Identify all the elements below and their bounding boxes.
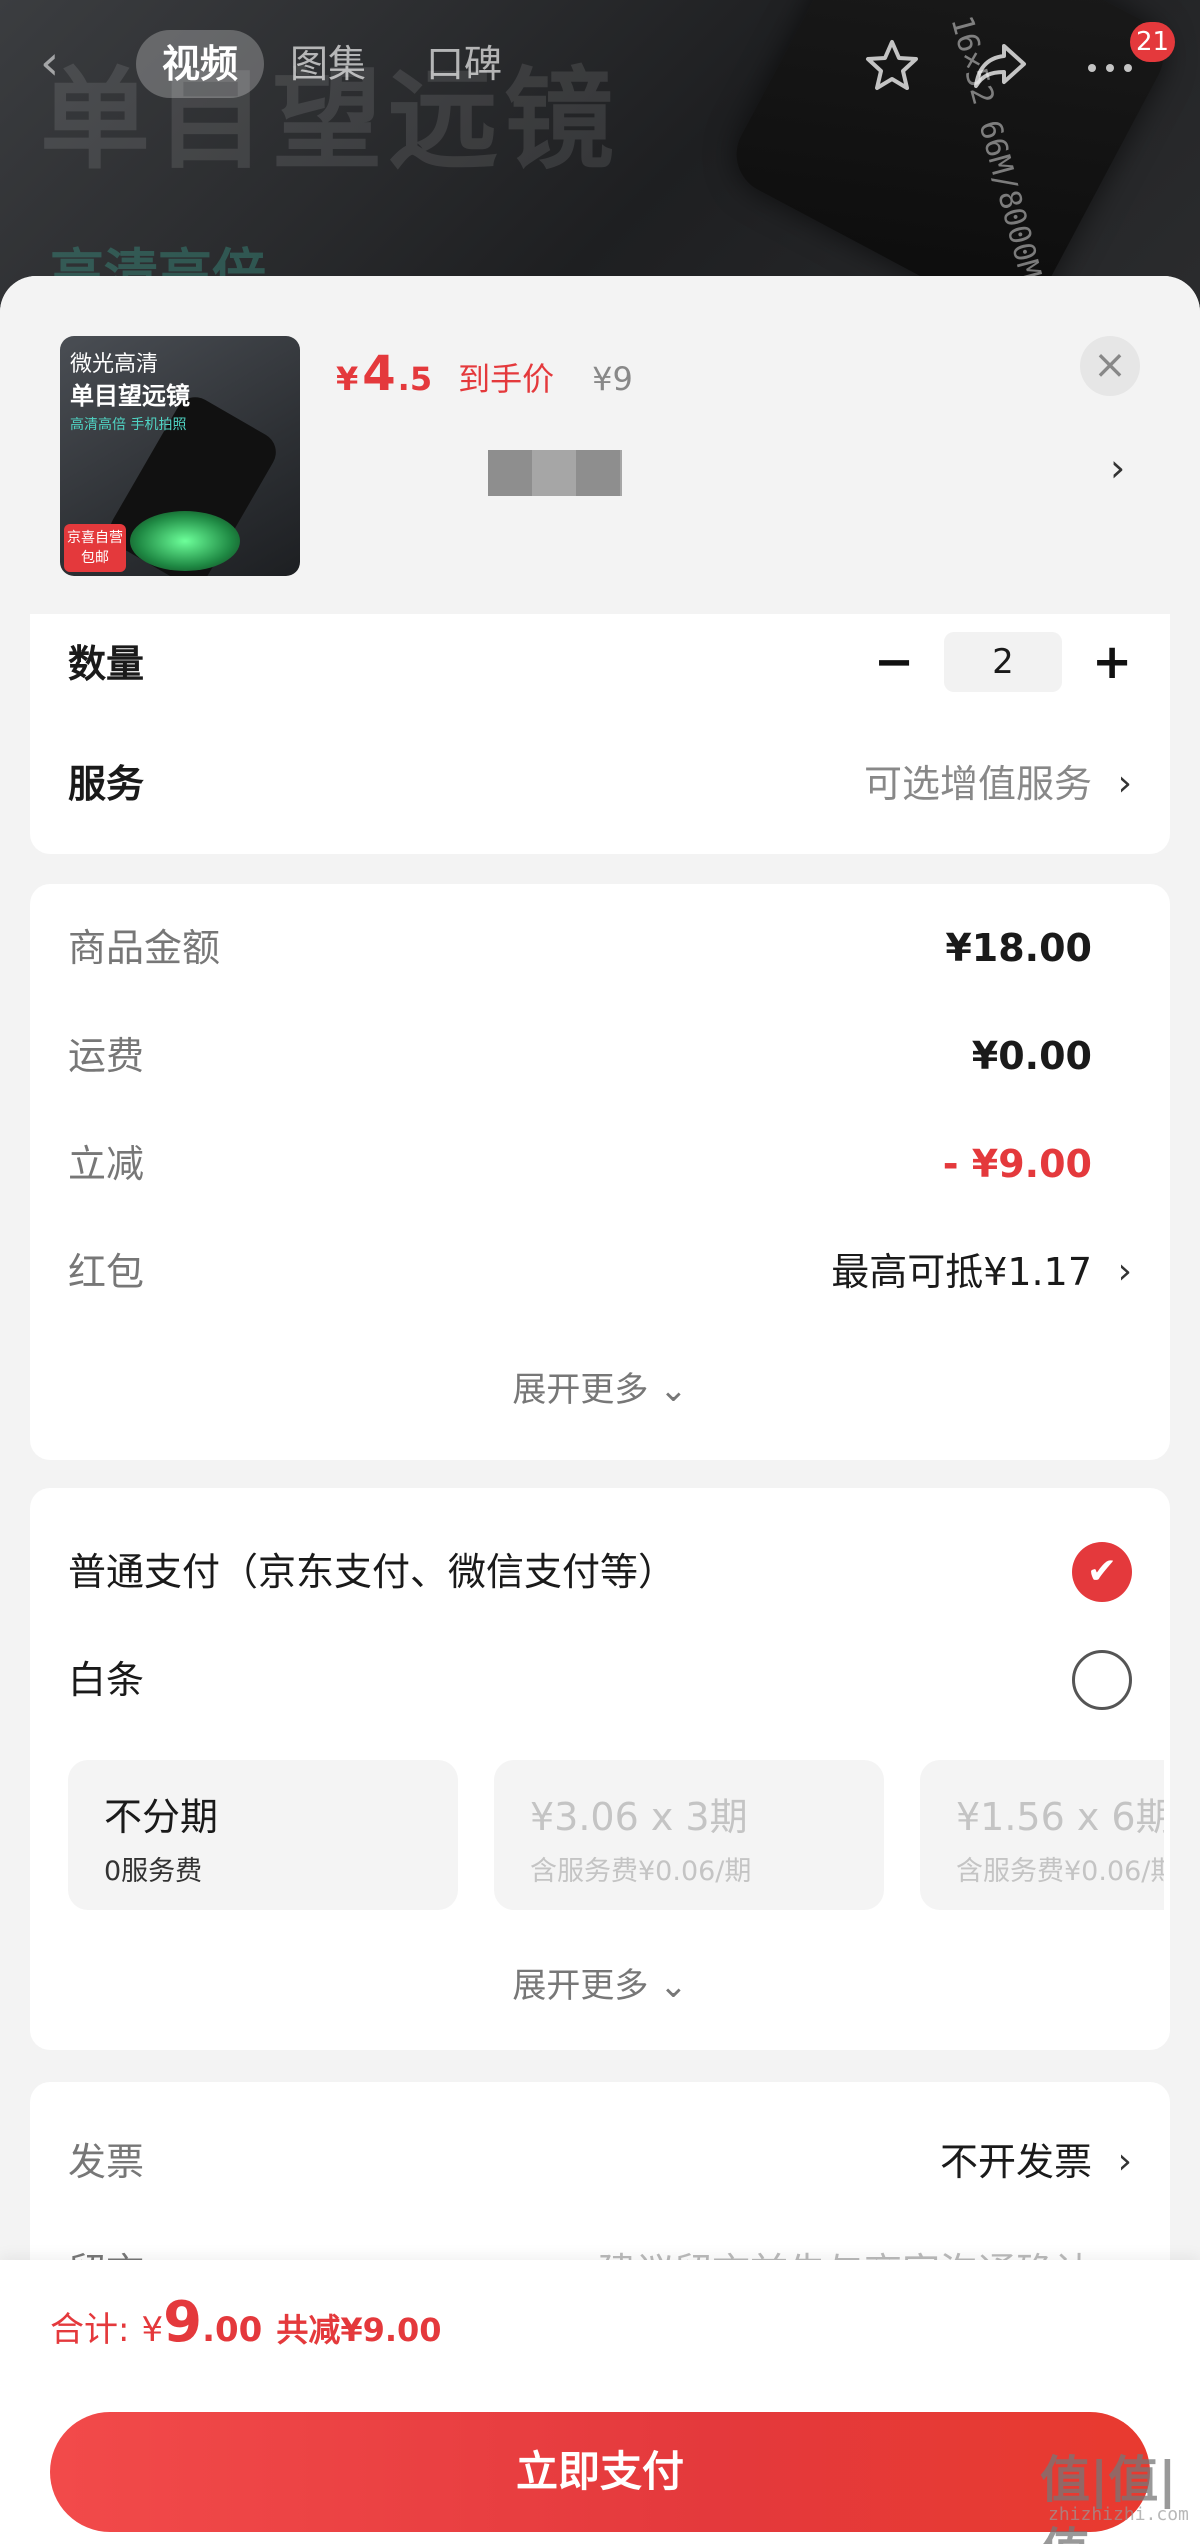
watermark-logo: 值|值|值 (1040, 2451, 1177, 2544)
goods-amount-label: 商品金额 (68, 926, 221, 970)
share-icon[interactable] (970, 36, 1030, 96)
price-line: ¥ 4 .5 到手价 ¥9 (336, 346, 633, 406)
thumb-caption-3: 高清高倍 手机拍照 (70, 417, 187, 433)
expand-more-button[interactable]: 展开更多 ⌄ (30, 1958, 1170, 2007)
goods-amount-row: 商品金额 ¥18.00 (68, 918, 1132, 978)
checkout-sheet: 微光高清 单目望远镜 高清高倍 手机拍照 京喜自营 包邮 ¥ 4 .5 到手价 … (0, 276, 1200, 2544)
quantity-stepper: − 2 + (874, 630, 1132, 694)
service-value: 可选增值服务 (863, 762, 1092, 806)
shipping-value: ¥0.00 (971, 1034, 1092, 1078)
quantity-label: 数量 (68, 642, 145, 686)
invoice-row[interactable]: 发票 不开发票 › (68, 2132, 1132, 2192)
tab-gallery[interactable]: 图集 (264, 30, 392, 98)
total-decimal: .00 (202, 2310, 263, 2350)
thumb-caption-1: 微光高清 (70, 352, 159, 377)
product-header: 微光高清 单目望远镜 高清高倍 手机拍照 京喜自营 包邮 ¥ 4 .5 到手价 … (0, 276, 1200, 614)
chevron-down-icon: ⌄ (659, 1966, 688, 2006)
normal-payment-row[interactable]: 普通支付（京东支付、微信支付等） (68, 1542, 1132, 1602)
price-label: 到手价 (458, 360, 555, 398)
chevron-right-icon: › (1117, 2141, 1132, 2182)
baitiao-radio[interactable] (1072, 1650, 1132, 1710)
top-navigation: ‹ 视频 图集 口碑 21 (0, 20, 1200, 110)
service-label: 服务 (68, 762, 145, 806)
quantity-row: 数量 − 2 + (68, 632, 1132, 694)
installment-plans: 不分期 0服务费 ¥3.06 x 3期 含服务费¥0.06/期 ¥1.56 x … (68, 1760, 1164, 1920)
plan-title: 不分期 (104, 1795, 219, 1839)
price-decimal: .5 (397, 360, 433, 398)
shipping-row: 运费 ¥0.00 (68, 1026, 1132, 1086)
chevron-right-icon[interactable]: › (1110, 446, 1125, 490)
original-price: ¥9 (592, 360, 633, 398)
thumb-lens-glow (130, 511, 240, 571)
expand-more-label: 展开更多 (512, 1966, 649, 2006)
invoice-label: 发票 (68, 2140, 145, 2184)
plan-no-installment[interactable]: 不分期 0服务费 (68, 1760, 458, 1910)
close-button[interactable]: × (1080, 336, 1140, 396)
total-saved: 共减¥9.00 (276, 2311, 442, 2349)
watermark-url: zhizhizhi.com (1048, 2504, 1189, 2525)
close-icon: × (1093, 342, 1127, 388)
pay-now-button[interactable]: 立即支付 (50, 2412, 1150, 2532)
discount-row: 立减 - ¥9.00 (68, 1134, 1132, 1194)
discount-value: - ¥9.00 (942, 1142, 1092, 1186)
total-label: 合计: (50, 2310, 130, 2350)
redpacket-label: 红包 (68, 1250, 145, 1294)
thumb-caption-2: 单目望远镜 (70, 382, 190, 410)
chevron-right-icon: › (1117, 1251, 1132, 1292)
service-row[interactable]: 服务 可选增值服务 › (68, 754, 1132, 814)
increase-button[interactable]: + (1092, 632, 1132, 692)
favorite-star-icon[interactable] (862, 36, 922, 96)
quantity-service-card: 数量 − 2 + 服务 可选增值服务 › (30, 614, 1170, 854)
amount-card: 商品金额 ¥18.00 运费 ¥0.00 立减 - ¥9.00 红包 最高可抵¥… (30, 884, 1170, 1460)
total-integer: 9 (163, 2290, 203, 2355)
message-badge: 21 (1130, 22, 1176, 62)
decrease-button[interactable]: − (874, 632, 914, 692)
tab-reviews[interactable]: 口碑 (400, 30, 528, 98)
normal-payment-checkbox[interactable]: ✔ (1072, 1542, 1132, 1602)
plan-6-installments[interactable]: ¥1.56 x 6期 含服务费¥0.06/期 (920, 1760, 1164, 1910)
tab-video[interactable]: 视频 (136, 30, 265, 98)
goods-amount-value: ¥18.00 (945, 926, 1092, 970)
plan-subtitle: 0服务费 (104, 1856, 203, 1887)
baitiao-row[interactable]: 白条 (68, 1650, 1132, 1710)
invoice-value: 不开发票 (939, 2140, 1092, 2184)
chevron-right-icon: › (1117, 763, 1132, 804)
redpacket-row[interactable]: 红包 最高可抵¥1.17 › (68, 1242, 1132, 1302)
plan-subtitle: 含服务费¥0.06/期 (530, 1856, 752, 1887)
plan-title: ¥3.06 x 3期 (530, 1795, 748, 1839)
redpacket-value: 最高可抵¥1.17 (831, 1250, 1092, 1294)
expand-more-button[interactable]: 展开更多 ⌄ (30, 1362, 1170, 1411)
plan-title: ¥1.56 x 6期 (956, 1795, 1164, 1839)
spec-selector-redacted[interactable] (488, 450, 622, 496)
back-arrow-icon[interactable]: ‹ (40, 38, 90, 88)
total-currency: ¥ (141, 2310, 164, 2350)
plan-3-installments[interactable]: ¥3.06 x 3期 含服务费¥0.06/期 (494, 1760, 884, 1910)
discount-label: 立减 (68, 1142, 145, 1186)
thumb-corner-badge: 京喜自营 包邮 (64, 524, 126, 572)
quantity-value[interactable]: 2 (944, 632, 1062, 692)
product-thumbnail: 微光高清 单目望远镜 高清高倍 手机拍照 京喜自营 包邮 (60, 336, 300, 576)
normal-payment-label: 普通支付（京东支付、微信支付等） (68, 1550, 677, 1594)
chevron-down-icon: ⌄ (659, 1370, 688, 1410)
checkmark-icon: ✔ (1086, 1551, 1118, 1592)
total-line: 合计: ¥ 9 .00 共减¥9.00 (50, 2290, 442, 2355)
payment-card: 普通支付（京东支付、微信支付等） ✔ 白条 不分期 0服务费 ¥3.06 x 3… (30, 1488, 1170, 2050)
price-currency: ¥ (336, 360, 359, 398)
price-integer: 4 (362, 346, 396, 402)
baitiao-label: 白条 (68, 1658, 145, 1702)
expand-more-label: 展开更多 (512, 1370, 649, 1410)
bottom-pay-bar: 合计: ¥ 9 .00 共减¥9.00 立即支付 值|值|值 zhizhizhi… (0, 2260, 1200, 2544)
plan-subtitle: 含服务费¥0.06/期 (956, 1856, 1164, 1887)
shipping-label: 运费 (68, 1034, 145, 1078)
